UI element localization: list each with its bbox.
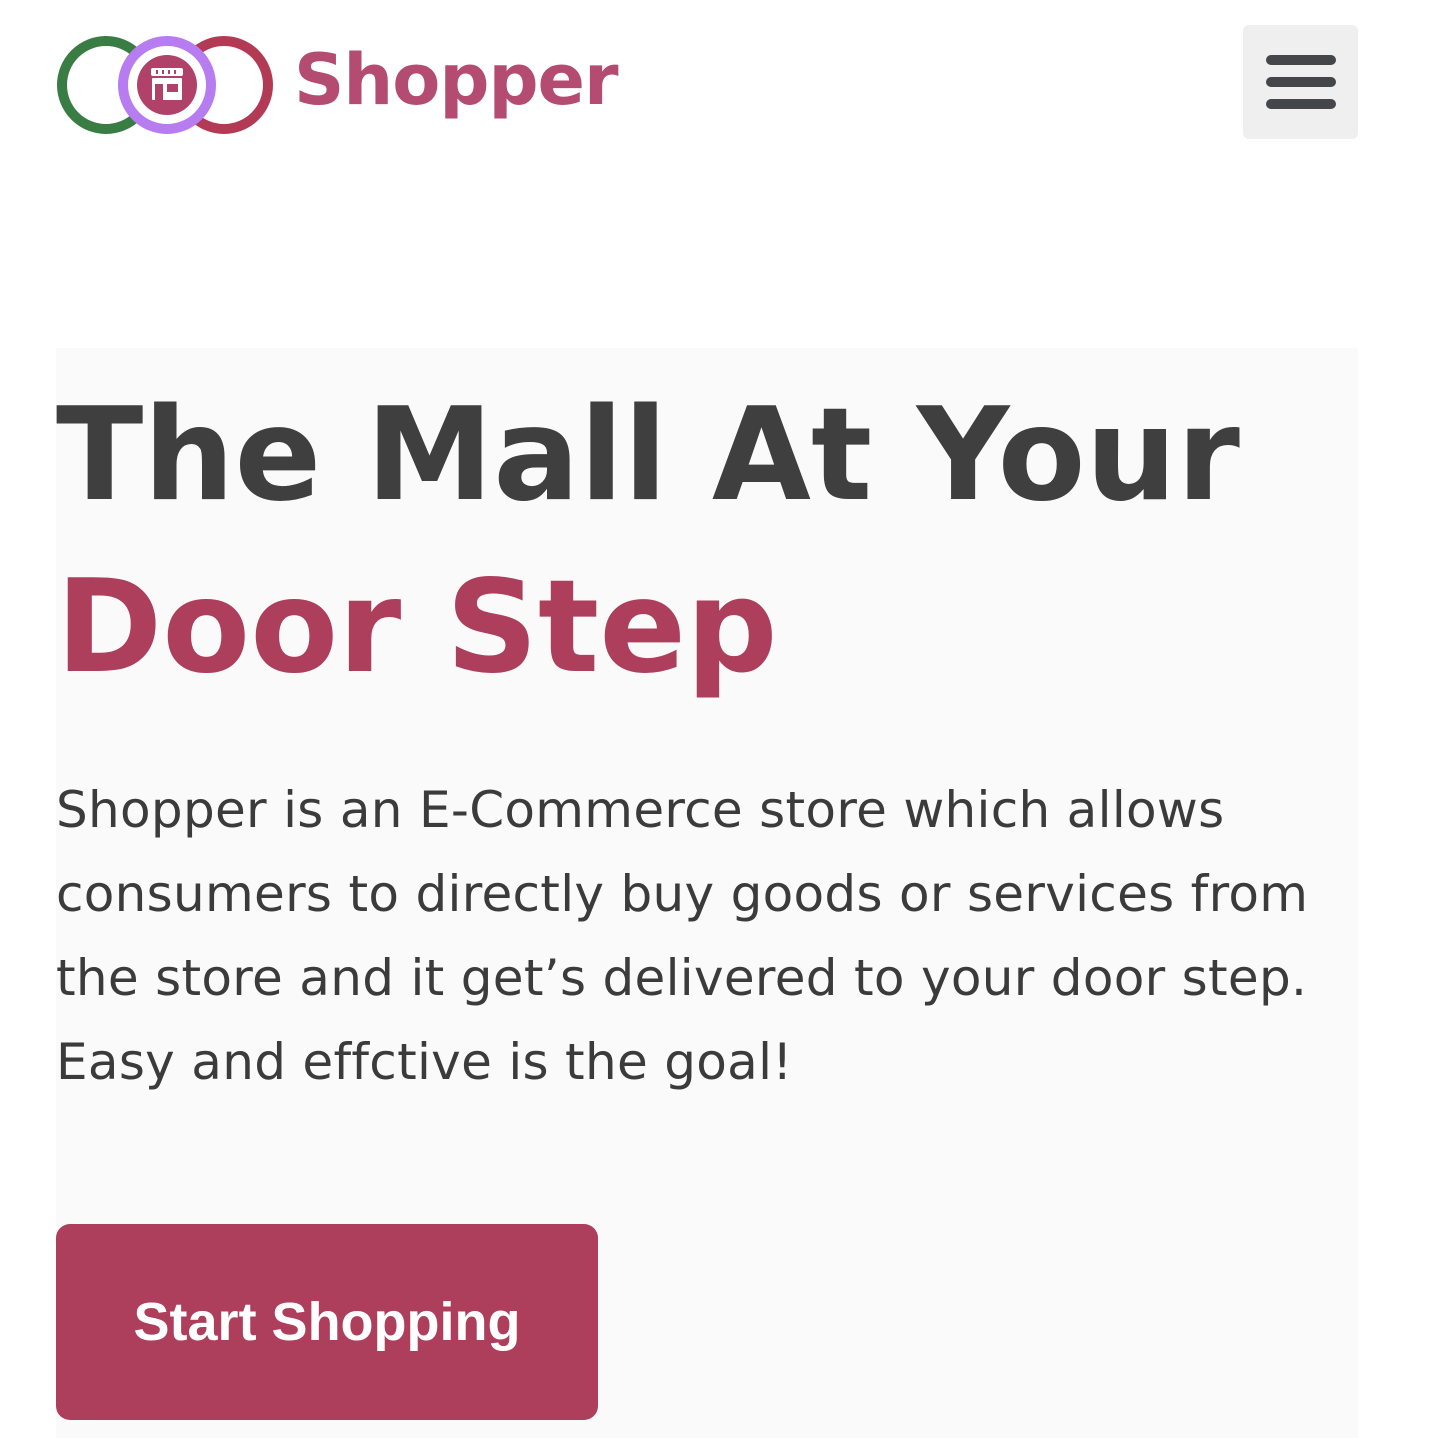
start-shopping-button[interactable]: Start Shopping xyxy=(56,1224,598,1420)
hamburger-menu-button[interactable] xyxy=(1243,25,1358,139)
hero-section: The Mall At Your Door Step Shopper is an… xyxy=(56,348,1358,1438)
hero-title: The Mall At Your Door Step xyxy=(56,370,1240,714)
hamburger-menu-icon-bar xyxy=(1265,77,1336,87)
brand-logo-link[interactable]: Shopper xyxy=(56,30,619,140)
site-header: Shopper xyxy=(0,0,1438,170)
shopper-logo-icon xyxy=(57,36,273,134)
hero-description: Shopper is an E-Commerce store which all… xyxy=(56,781,1309,1091)
hamburger-menu-icon-bar xyxy=(1265,99,1336,109)
hamburger-menu-icon xyxy=(1265,55,1336,65)
brand-name: Shopper xyxy=(294,39,619,121)
hero-title-line1: The Mall At Your xyxy=(56,381,1240,530)
hero-title-highlight: Door Step xyxy=(56,553,778,702)
